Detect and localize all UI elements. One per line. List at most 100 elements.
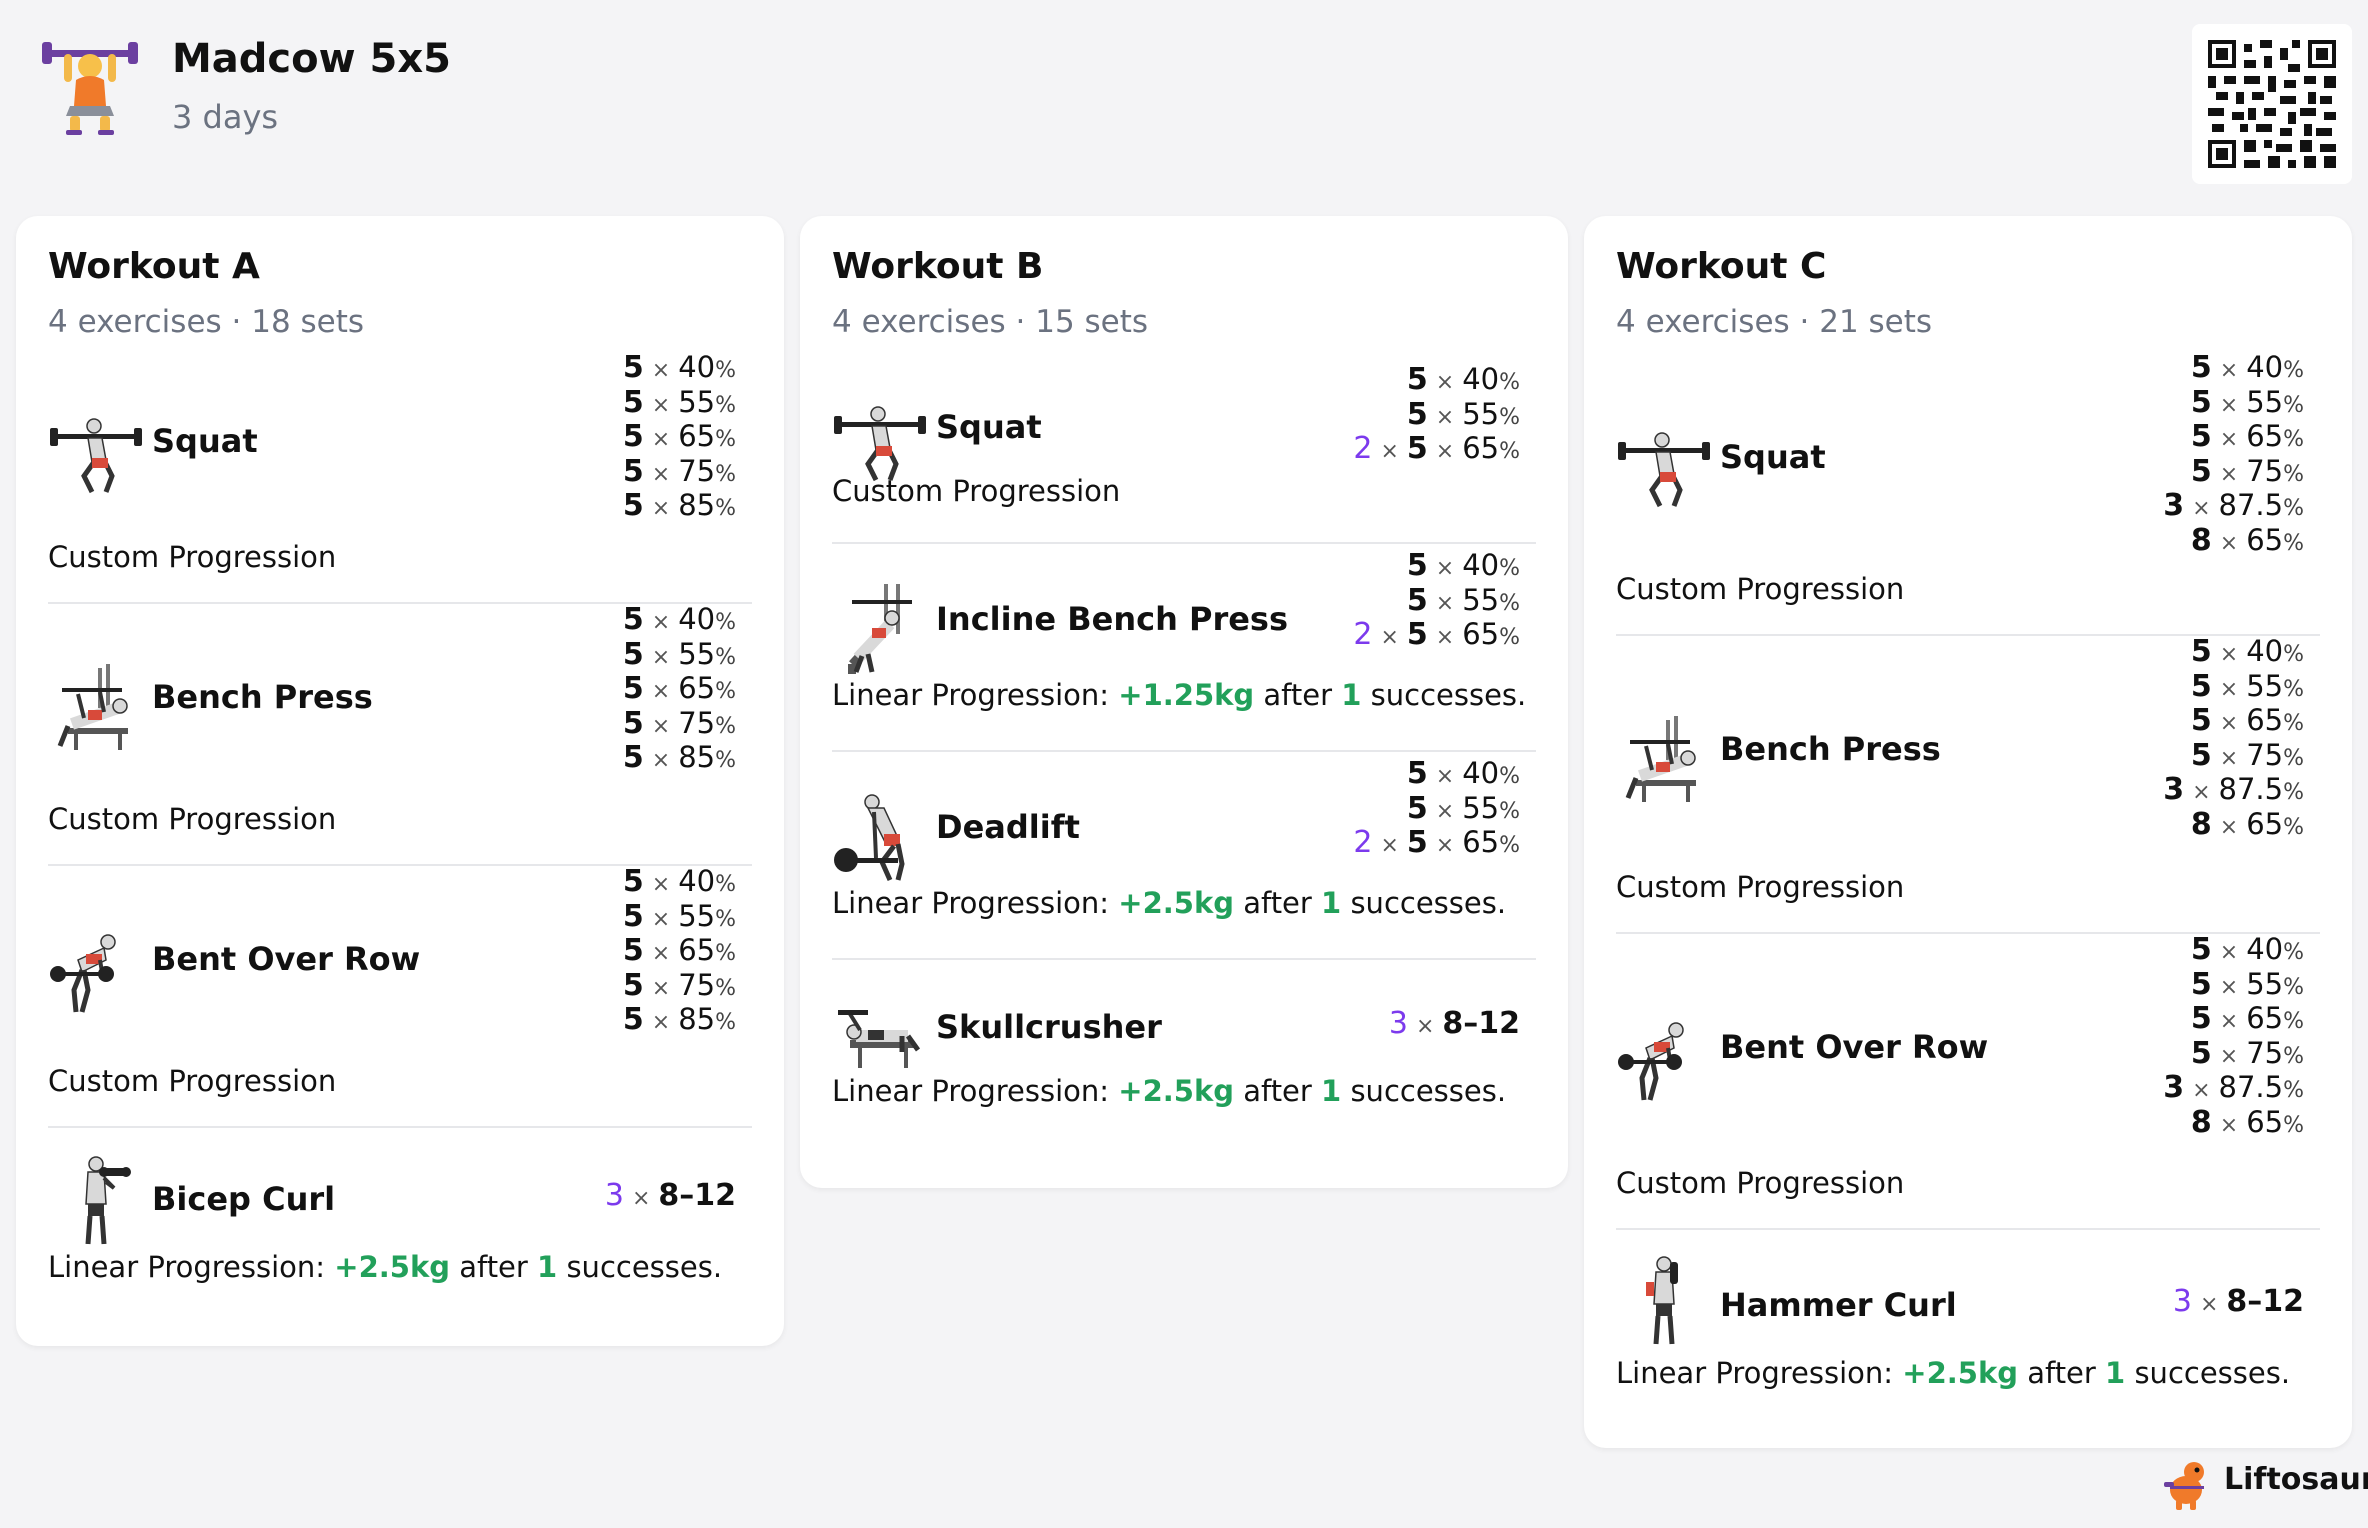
percent-sign: % bbox=[715, 461, 736, 487]
percent-sign: % bbox=[715, 679, 736, 704]
exercise-name[interactable]: Bicep Curl bbox=[152, 1180, 335, 1218]
percent-sign: % bbox=[1499, 439, 1520, 464]
set-reps: 5 bbox=[1406, 548, 1428, 583]
set-percent: 75 bbox=[2246, 1035, 2284, 1070]
set-reps: 5 bbox=[622, 740, 644, 775]
progression-count: 1 bbox=[537, 1250, 558, 1284]
exercise-row[interactable]: Bench Press 5 × 40% 5 × 55% 5 × 65% 5 × 75% 3 × 87.5% 8 ×… bbox=[1616, 634, 2320, 932]
exercise-row[interactable]: Bent Over Row 5 × 40% 5 × 55% 5 × 65% 5 × 75% 5 × 85% Cu… bbox=[48, 864, 752, 1126]
exercise-name[interactable]: Incline Bench Press bbox=[936, 600, 1288, 638]
set-row: 5 × 85% bbox=[623, 488, 736, 523]
set-reps: 5 bbox=[2190, 453, 2212, 489]
exercise-row[interactable]: Squat 5 × 40% 5 × 55% 2 × 5 × 65% Custom Progression bbox=[832, 356, 1536, 542]
exercise-row[interactable]: Hammer Curl 3 × 8–12 Linear Progression: +2.… bbox=[1616, 1228, 2320, 1408]
times-sign: × bbox=[651, 1010, 671, 1035]
set-row: 3 × 8–12 bbox=[1389, 1006, 1520, 1041]
exercise-row[interactable]: Incline Bench Press 5 × 40% 5 × 55% 2 × 5 × 65% Line… bbox=[832, 542, 1536, 750]
set-reps: 5 bbox=[622, 488, 644, 523]
percent-sign: % bbox=[2283, 711, 2304, 736]
set-reps: 3 bbox=[2163, 1070, 2185, 1105]
progression-increment: +2.5kg bbox=[334, 1250, 450, 1284]
set-percent: 55 bbox=[2246, 668, 2284, 703]
times-sign: × bbox=[1415, 1014, 1435, 1039]
set-reps: 5 bbox=[622, 967, 644, 1003]
exercise-name[interactable]: Squat bbox=[1720, 438, 1826, 476]
exercise-divider bbox=[832, 750, 1536, 752]
times-sign: × bbox=[1380, 439, 1399, 464]
set-row: 5 × 55% bbox=[1353, 397, 1520, 432]
set-reps: 5 bbox=[622, 384, 644, 420]
set-row: 5 × 85% bbox=[623, 1002, 736, 1037]
progression-type: Custom Progression bbox=[1616, 572, 1905, 606]
set-reps: 5 bbox=[2190, 1001, 2212, 1036]
exercise-row[interactable]: Bicep Curl 3 × 8–12 Linear Progression: +2.5… bbox=[48, 1126, 752, 1286]
exercise-divider bbox=[48, 1126, 752, 1128]
exercise-name[interactable]: Bench Press bbox=[152, 678, 373, 716]
exercise-divider bbox=[832, 958, 1536, 960]
incline-bench-press-icon bbox=[832, 580, 928, 676]
exercise-row[interactable]: Squat 5 × 40% 5 × 55% 5 × 65% 5 × 75% 5 × 85% Custom Pro… bbox=[48, 350, 752, 602]
exercise-row[interactable]: Bench Press 5 × 40% 5 × 55% 5 × 65% 5 × 75% 5 × 85% Cust… bbox=[48, 602, 752, 864]
progression-type: Custom Progression bbox=[48, 1064, 337, 1098]
set-percent: 40 bbox=[1462, 756, 1500, 790]
progression-label: Linear Progression: bbox=[832, 1074, 1110, 1108]
exercise-name[interactable]: Hammer Curl bbox=[1720, 1286, 1957, 1324]
exercise-name[interactable]: Deadlift bbox=[936, 808, 1080, 846]
times-sign: × bbox=[2219, 814, 2239, 840]
qr-code-icon bbox=[2208, 40, 2336, 168]
set-row: 5 × 55% bbox=[1353, 583, 1520, 618]
set-reps: 5 bbox=[622, 933, 644, 968]
times-sign: × bbox=[651, 358, 671, 383]
times-sign: × bbox=[2219, 1043, 2239, 1069]
progression-text: Linear Progression: +2.5kg after 1 succe… bbox=[832, 1074, 1506, 1108]
progression-increment: +1.25kg bbox=[1118, 678, 1255, 712]
exercise-name[interactable]: Bent Over Row bbox=[152, 940, 420, 978]
progression-type: Custom Progression bbox=[48, 540, 337, 574]
set-row: 5 × 65% bbox=[2163, 703, 2304, 738]
progression-suffix: successes. bbox=[1350, 1074, 1507, 1108]
set-reps: 8 bbox=[2190, 1104, 2212, 1140]
times-sign: × bbox=[1435, 590, 1455, 616]
set-row: 5 × 65% bbox=[2163, 419, 2304, 454]
set-scheme: 5 × 40% 5 × 55% 5 × 65% 5 × 75% 5 × 85% bbox=[623, 350, 736, 523]
times-sign: × bbox=[2219, 940, 2239, 965]
times-sign: × bbox=[651, 872, 671, 897]
set-percent: 75 bbox=[678, 453, 716, 488]
set-percent: 55 bbox=[2246, 966, 2284, 1001]
times-sign: × bbox=[651, 461, 671, 487]
exercise-name[interactable]: Bench Press bbox=[1720, 730, 1941, 768]
set-reps: 5 bbox=[622, 602, 644, 637]
progression-increment: +2.5kg bbox=[1902, 1356, 2018, 1390]
set-percent: 65 bbox=[2246, 1001, 2284, 1035]
progression-type: Custom Progression bbox=[48, 802, 337, 836]
progression-label: Linear Progression: bbox=[832, 678, 1110, 712]
set-row: 5 × 65% bbox=[623, 419, 736, 454]
liftosaur-logo[interactable]: Liftosaur bbox=[2160, 1456, 2368, 1510]
progression-text: Custom Progression bbox=[48, 540, 336, 574]
set-percent: 75 bbox=[678, 967, 716, 1002]
set-percent: 85 bbox=[678, 1002, 716, 1036]
exercise-name[interactable]: Skullcrusher bbox=[936, 1008, 1162, 1046]
qr-code[interactable] bbox=[2192, 24, 2352, 184]
exercise-row[interactable]: Bent Over Row 5 × 40% 5 × 55% 5 × 65% 5 × 75% 3 × 87.5%… bbox=[1616, 932, 2320, 1228]
exercise-row[interactable]: Squat 5 × 40% 5 × 55% 5 × 65% 5 × 75% 3 × 87.5% 8 × 65% Cus… bbox=[1616, 350, 2320, 634]
exercise-row[interactable]: Skullcrusher 3 × 8–12 Linear Progression: +2… bbox=[832, 958, 1536, 1138]
squat-icon bbox=[48, 404, 144, 500]
percent-sign: % bbox=[715, 358, 736, 383]
exercise-divider bbox=[1616, 1228, 2320, 1230]
set-reps: 8–12 bbox=[658, 1178, 736, 1213]
weightlifter-icon bbox=[40, 36, 140, 136]
exercise-name[interactable]: Squat bbox=[152, 422, 258, 460]
set-reps: 5 bbox=[2190, 1035, 2212, 1071]
progression-text: Custom Progression bbox=[1616, 870, 1904, 904]
set-reps: 3 bbox=[2163, 772, 2185, 807]
exercise-row[interactable]: Deadlift 5 × 40% 5 × 55% 2 × 5 × 65% Linear Progress… bbox=[832, 750, 1536, 958]
exercise-name[interactable]: Bent Over Row bbox=[1720, 1028, 1988, 1066]
set-percent: 75 bbox=[678, 705, 716, 740]
set-multiplier: 2 bbox=[1353, 617, 1373, 652]
squat-icon bbox=[1616, 418, 1712, 514]
set-reps: 5 bbox=[1406, 582, 1428, 618]
times-sign: × bbox=[1435, 439, 1455, 464]
set-row: 5 × 55% bbox=[623, 385, 736, 420]
exercise-name[interactable]: Squat bbox=[936, 408, 1042, 446]
